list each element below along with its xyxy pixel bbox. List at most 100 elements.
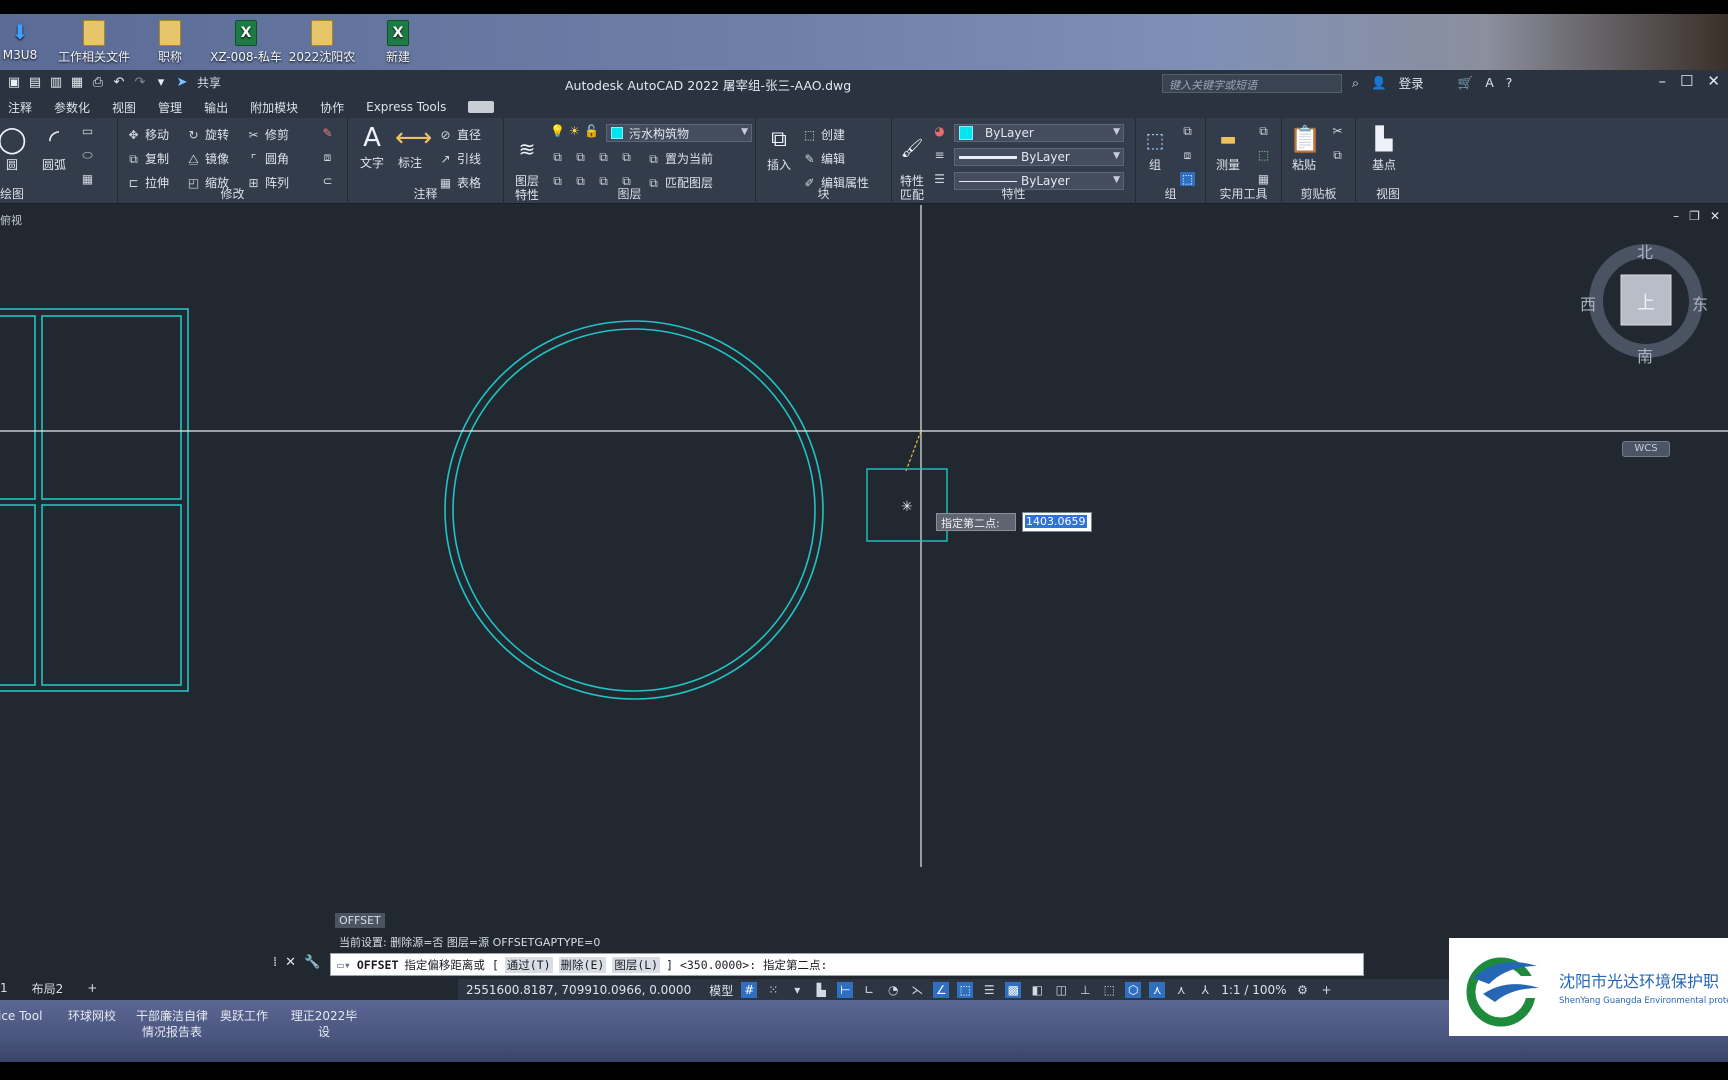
customize-dropdown-icon[interactable]: ▾ [153,75,169,91]
group-button[interactable]: ⬚ 组 [1140,124,1170,173]
desktop-icon-report[interactable]: 干部廉洁自律 情况报告表 [132,1008,212,1040]
units-icon[interactable]: ⊥ [1077,982,1093,998]
color-dropdown[interactable]: ByLayer ▼ [954,124,1124,142]
desktop-icon-hqwx[interactable]: 环球网校 [68,1008,116,1024]
panel-clipboard-title[interactable]: 剪贴板 [1282,185,1355,202]
customize-command-icon[interactable]: 🔧 [304,955,320,970]
group-edit-button[interactable]: ⧈ [1180,148,1195,162]
viewcube-west[interactable]: 西 [1580,291,1596,315]
ungroup-button[interactable]: ⧉ [1180,124,1195,138]
annotation-monitor-icon[interactable]: ◫ [1053,982,1069,998]
layer-state-icons[interactable]: 💡 ☀ 🔓 [550,124,599,138]
desktop-icon-xz008[interactable]: X XZ-008-私车 [204,20,288,65]
tab-express-tools[interactable]: Express Tools [366,100,446,114]
command-dropdown-icon[interactable]: ▭▾ [337,958,351,972]
measure-button[interactable]: ▬ 测量 [1208,124,1248,173]
object-snap-tracking-icon[interactable]: ⋋ [909,982,925,998]
erase-button[interactable]: ✎ [320,126,335,140]
tab-layout2[interactable]: 布局2 [32,980,64,997]
tab-manage[interactable]: 管理 [158,99,182,116]
panel-groups-title[interactable]: 组 [1136,185,1205,202]
save-icon[interactable]: ▣ [6,75,22,91]
annotation-scale-readout[interactable]: 1:1 / 100% [1221,983,1286,997]
cart-icon[interactable]: 🛒 [1458,75,1474,91]
trim-button[interactable]: ✂ 修剪 [246,126,289,143]
command-line-input[interactable]: ▭▾ OFFSET 指定偏移距离或 [ 通过(T) 删除(E) 图层(L) ] … [330,953,1364,976]
cut-button[interactable]: ✂ [1330,124,1345,138]
dynamic-input-icon[interactable]: ▙ [813,982,829,998]
desktop-icon-work[interactable]: 奥跃工作 [220,1008,268,1024]
gear-icon[interactable]: ⚙ [1295,982,1311,998]
explode-button[interactable]: ⧈ [320,150,335,164]
layer-tools-row-1[interactable]: ⧉ ⧉ ⧉ ⧉ [550,150,634,164]
tab-annotate[interactable]: 注释 [8,99,32,116]
edit-block-button[interactable]: ✎ 编辑 [802,150,845,167]
ellipse-button[interactable]: ⬭ [80,148,95,162]
leader-button[interactable]: ↗ 引线 [438,150,481,167]
dynamic-input-field[interactable]: 1403.0659 [1022,512,1092,532]
option-layer[interactable]: 图层(L) [612,956,661,973]
panel-properties-title[interactable]: 特性 [892,185,1135,202]
transparency-icon[interactable]: ▩ [1005,982,1022,998]
panel-layers-title[interactable]: 图层 [504,185,755,202]
coordinates-readout[interactable]: 2551600.8187, 709910.0966, 0.0000 [466,983,691,997]
panel-modify-title[interactable]: 修改 [118,185,347,202]
ribbon-toggle-icon[interactable] [468,101,495,113]
close-command-icon[interactable]: ✕ [285,955,296,970]
quick-select-button[interactable]: ⧉ [1256,124,1271,138]
create-block-button[interactable]: ⬚ 创建 [802,126,845,143]
selection-cycling-icon[interactable]: ◧ [1029,982,1045,998]
undo-icon[interactable]: ↶ [111,75,127,91]
desktop-icon-2022[interactable]: 2022沈阳农 [280,20,364,65]
annotation-visibility-icon[interactable]: ⋏ [1173,982,1189,998]
auto-scale-icon[interactable]: ⅄ [1197,982,1213,998]
open-icon[interactable]: ▥ [48,75,64,91]
linetype-icon-button[interactable]: ☰ [932,172,947,186]
text-button[interactable]: A 文字 [354,122,390,171]
isolate-icon[interactable]: ⬡ [1125,982,1142,998]
user-icon[interactable]: 👤 [1371,75,1387,91]
base-view-button[interactable]: ▙ 基点 [1364,124,1404,173]
close-icon[interactable]: ✕ [1707,72,1720,90]
quick-properties-icon[interactable]: ⬚ [1101,982,1117,998]
maximize-icon[interactable]: ☐ [1680,72,1693,90]
panel-utilities-title[interactable]: 实用工具 [1206,185,1281,202]
panel-draw-title[interactable]: 绘图 [0,185,117,202]
rotate-button[interactable]: ↻ 旋转 [186,126,229,143]
infer-icon[interactable]: ▾ [789,982,805,998]
annotation-scale-icon[interactable]: ⋏ [1149,982,1166,998]
autodesk-icon[interactable]: A [1485,75,1494,90]
insert-button[interactable]: ⧉ 插入 [760,124,798,173]
panel-block-title[interactable]: 块 [756,185,891,202]
lineweight-icon-button[interactable]: ≡ [932,148,947,162]
color-wheel-button[interactable]: ◕ [932,124,947,138]
save-as-icon[interactable]: ▤ [27,75,43,91]
option-erase[interactable]: 删除(E) [558,956,607,973]
copy-button[interactable]: ⧉ 复制 [126,150,169,167]
tab-addins[interactable]: 附加模块 [250,99,298,116]
select-all-button[interactable]: ⬚ [1256,148,1271,162]
lineweight-dropdown[interactable]: ByLayer ▼ [954,148,1124,166]
lineweight-status-icon[interactable]: ☰ [981,982,997,998]
desktop-icon-office-tool[interactable]: ice Tool [0,1008,42,1024]
dimension-button[interactable]: ⟷ 标注 [392,122,432,171]
tab-collaborate[interactable]: 协作 [320,99,344,116]
help-icon[interactable]: ? [1506,75,1513,90]
viewcube-south[interactable]: 南 [1637,343,1653,367]
calculator-button[interactable]: ▦ [1256,172,1271,186]
viewcube-east[interactable]: 东 [1692,291,1708,315]
add-layout-button[interactable]: + [87,981,97,995]
circle-button[interactable]: ◯ 圆 [0,124,30,173]
group-select-button[interactable]: ⬚ [1180,172,1195,186]
polar-icon[interactable]: ∟ [861,982,877,998]
tab-layout1[interactable]: 1 [0,981,8,995]
tab-parametric[interactable]: 参数化 [54,99,90,116]
viewcube-top[interactable]: 上 [1637,289,1655,315]
copy-clip-button[interactable]: ⧉ [1330,148,1345,162]
export-icon[interactable]: ▦ [69,75,85,91]
rectangle-button[interactable]: ▭ [80,124,95,138]
paste-button[interactable]: 📋 粘贴 [1286,124,1322,173]
snap-icon[interactable]: ⁙ [765,982,781,998]
share-icon[interactable]: ➤ [174,75,190,91]
viewcube-north[interactable]: 北 [1637,239,1653,263]
